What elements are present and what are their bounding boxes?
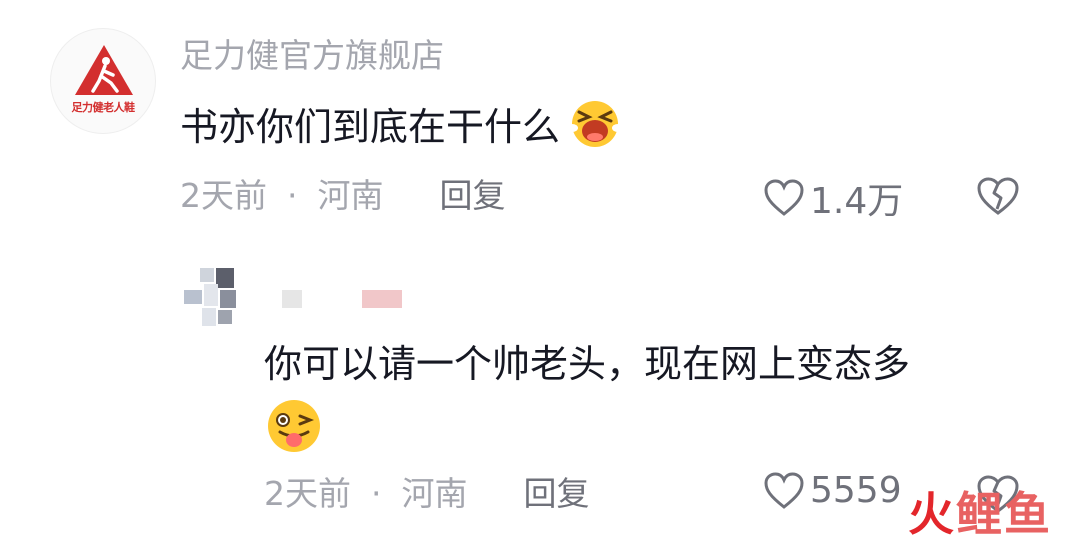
like-count: 1.4万 [810,181,904,222]
crying-laughing-emoji-icon [564,98,626,163]
comment-body: 书亦你们到底在干什么 [180,98,626,163]
watermark: 火鲤鱼 [908,488,1052,540]
blurred-avatar[interactable] [182,268,244,330]
store-avatar[interactable]: 足力健老人鞋 [50,28,156,134]
reply-meta: 2天前 · 河南 回复 [264,472,590,516]
comment-meta: 2天前 · 河南 回复 [180,174,506,218]
avatar-logo-text: 足力健老人鞋 [71,101,136,114]
comment-text: 书亦你们到底在干什么 [180,105,561,149]
reply-like-count: 5559 [810,470,902,511]
reply-button[interactable]: 回复 [440,174,506,218]
reply-location: 河南 [401,474,468,513]
dislike-button[interactable] [976,176,1020,220]
winking-tongue-emoji-icon [264,398,324,458]
blurred-username[interactable] [282,288,412,310]
reply-reply-button[interactable]: 回复 [524,472,590,516]
reply-time: 2天前 [264,474,351,513]
broken-heart-icon [977,177,1019,215]
comment-location: 河南 [317,176,384,215]
reply-like-button[interactable]: 5559 [764,470,902,511]
comment-thread: 足力健老人鞋 足力健官方旗舰店 书亦你们到底在干什么 2天前 · 河南 回复 1… [0,0,1080,541]
comment-time: 2天前 [180,176,267,215]
reply-text: 你可以请一个帅老头，现在网上变态多 [264,342,911,386]
brand-logo-icon [75,45,133,95]
like-button[interactable]: 1.4万 [764,172,903,224]
comment-username[interactable]: 足力健官方旗舰店 [180,34,444,78]
watermark-part1: 火 [908,487,956,541]
heart-outline-icon [764,179,804,216]
watermark-part2: 鲤鱼 [956,487,1052,541]
meta-separator: · [287,176,298,215]
meta-separator: · [371,474,382,513]
heart-outline-icon [764,471,804,509]
